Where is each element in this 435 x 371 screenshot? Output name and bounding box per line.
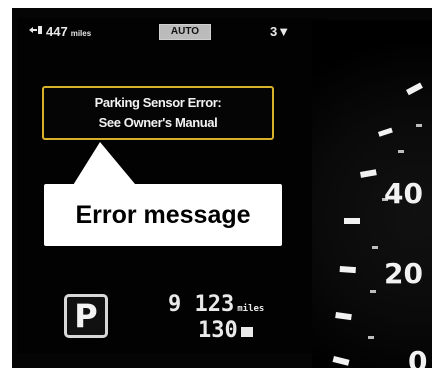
cluster-frame: 447 miles AUTO 3▼ Parking Sensor Error: … bbox=[12, 8, 432, 368]
trip-value: 130 bbox=[198, 318, 238, 343]
odometer: 9 123 miles bbox=[168, 292, 264, 317]
warning-line-2: See Owner's Manual bbox=[98, 115, 218, 130]
park-indicator: P bbox=[64, 294, 108, 338]
fuel-range: 447 miles bbox=[28, 24, 91, 39]
trip-unit-icon bbox=[240, 327, 253, 337]
gear-indicator: 3▼ bbox=[270, 24, 291, 39]
speed-label-0: 0 bbox=[408, 345, 427, 368]
odometer-unit: miles bbox=[237, 304, 265, 314]
drive-mode-badge: AUTO bbox=[159, 24, 211, 40]
fuel-range-icon bbox=[29, 26, 42, 34]
speedometer: 40 20 0 bbox=[332, 82, 427, 368]
trip-meter: 130 bbox=[198, 318, 253, 343]
speedometer-ticks bbox=[332, 82, 423, 366]
status-bar: 447 miles AUTO 3▼ bbox=[24, 22, 299, 44]
speed-label-40: 40 bbox=[384, 177, 423, 210]
fuel-range-unit: miles bbox=[70, 29, 92, 38]
speed-label-20: 20 bbox=[384, 257, 423, 290]
fuel-range-value: 447 bbox=[46, 24, 68, 39]
parking-sensor-warning: Parking Sensor Error: See Owner's Manual bbox=[42, 86, 274, 140]
error-message-callout: Error message bbox=[44, 184, 282, 246]
warning-line-1: Parking Sensor Error: bbox=[94, 95, 222, 110]
callout-pointer bbox=[70, 142, 140, 190]
odometer-value: 9 123 bbox=[168, 292, 235, 317]
